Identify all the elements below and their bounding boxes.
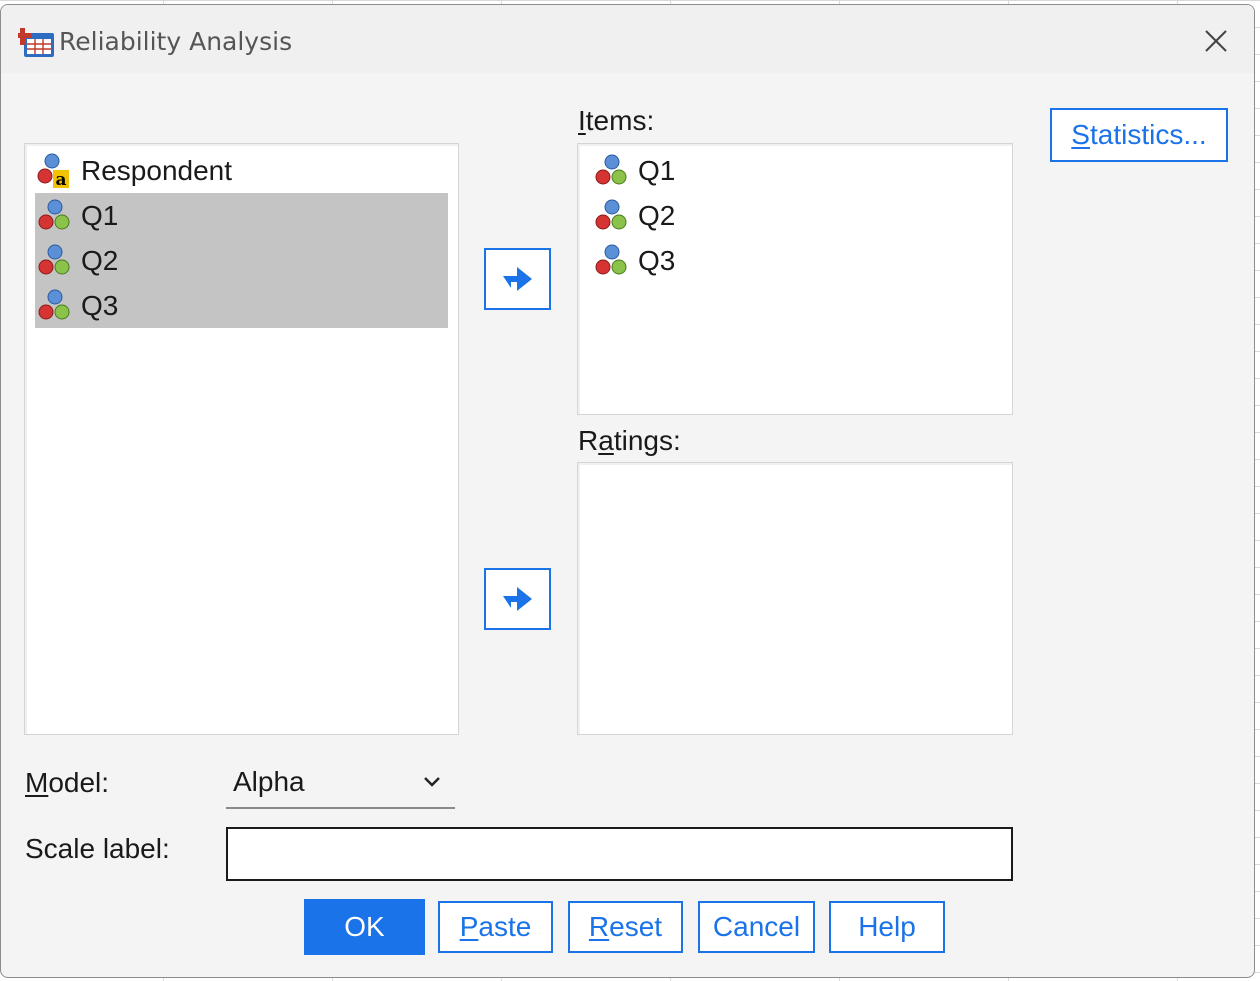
scale-label-label: Scale label:	[25, 833, 170, 864]
move-to-ratings-button[interactable]	[484, 568, 551, 630]
statistics-button[interactable]: Statistics...	[1050, 108, 1228, 162]
source-item-respondent[interactable]: a Respondent	[35, 148, 448, 193]
chevron-down-icon	[424, 777, 440, 787]
source-item-q1[interactable]: Q1	[35, 193, 448, 238]
scale-variable-icon	[38, 199, 70, 229]
scale-variable-icon	[38, 289, 70, 319]
source-item-label: Q3	[81, 289, 119, 321]
arrow-right-icon	[502, 587, 532, 611]
scale-variable-icon	[595, 154, 627, 184]
scale-label-input[interactable]	[226, 827, 1013, 881]
help-button[interactable]: Help	[829, 901, 945, 953]
close-icon[interactable]	[1196, 21, 1236, 61]
items-label: Items:	[578, 105, 655, 136]
ratings-label: Ratings:	[578, 425, 681, 456]
reliability-analysis-dialog: Reliability Analysis a Respondent Q1 Q2 …	[0, 4, 1255, 978]
title-bar: Reliability Analysis	[1, 5, 1254, 73]
source-item-label: Q2	[81, 244, 119, 276]
source-item-q2[interactable]: Q2	[35, 238, 448, 283]
model-dropdown[interactable]: Alpha	[226, 757, 455, 809]
items-list[interactable]: Q1 Q2 Q3	[577, 143, 1013, 415]
ratings-list[interactable]	[577, 462, 1013, 735]
scale-variable-icon	[595, 244, 627, 274]
arrow-right-icon	[502, 267, 532, 291]
items-list-item-q1[interactable]: Q1	[592, 148, 675, 193]
string-variable-icon: a	[37, 153, 69, 190]
source-variable-list[interactable]: a Respondent Q1 Q2 Q3	[24, 143, 459, 735]
items-list-label: Q2	[638, 199, 676, 231]
source-item-q3[interactable]: Q3	[35, 283, 448, 328]
items-list-label: Q3	[638, 244, 676, 276]
model-label: Model:	[25, 767, 110, 798]
move-to-items-button[interactable]	[484, 248, 551, 310]
paste-button[interactable]: Paste	[438, 901, 553, 953]
reset-button[interactable]: Reset	[568, 901, 683, 953]
app-icon	[18, 28, 54, 57]
items-list-label: Q1	[638, 154, 676, 186]
items-list-item-q2[interactable]: Q2	[592, 193, 675, 238]
scale-variable-icon	[38, 244, 70, 274]
cancel-button[interactable]: Cancel	[698, 901, 815, 953]
items-list-item-q3[interactable]: Q3	[592, 238, 675, 283]
svg-text:a: a	[55, 170, 66, 190]
scale-variable-icon	[595, 199, 627, 229]
model-selected-value: Alpha	[233, 766, 305, 797]
window-title: Reliability Analysis	[59, 27, 293, 56]
source-item-label: Respondent	[81, 154, 233, 186]
ok-button[interactable]: OK	[304, 899, 425, 955]
source-item-label: Q1	[81, 199, 119, 231]
